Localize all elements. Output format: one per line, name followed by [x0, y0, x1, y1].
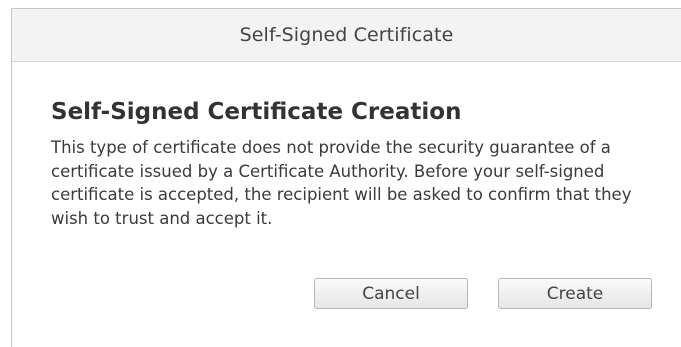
dialog-title: Self-Signed Certificate — [239, 24, 454, 46]
self-signed-certificate-dialog: Self-Signed Certificate Self-Signed Cert… — [11, 8, 681, 347]
dialog-content: Self-Signed Certificate Creation This ty… — [51, 97, 651, 230]
create-button[interactable]: Create — [498, 278, 652, 309]
dialog-heading: Self-Signed Certificate Creation — [51, 99, 462, 125]
dialog-message: This type of certificate does not provid… — [51, 138, 632, 228]
cancel-button[interactable]: Cancel — [314, 278, 468, 309]
dialog-titlebar: Self-Signed Certificate — [12, 9, 681, 62]
